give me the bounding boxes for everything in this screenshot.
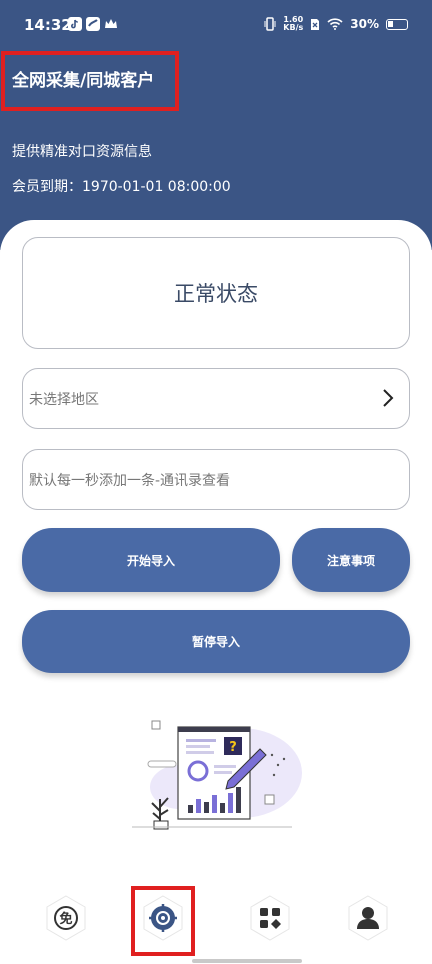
status-time: 14:32 xyxy=(24,16,72,34)
battery-icon xyxy=(386,18,408,30)
status-bar: 14:32 1.60 KB/s 30% xyxy=(0,0,432,50)
notification-icons xyxy=(68,17,118,31)
subtitle: 提供精准对口资源信息 xyxy=(12,144,152,160)
region-placeholder: 未选择地区 xyxy=(29,391,99,408)
status-card: 正常状态 xyxy=(22,237,410,349)
free-icon: 免 xyxy=(46,895,86,941)
speed-unit: KB/s xyxy=(283,23,304,32)
apps-icon xyxy=(250,895,290,941)
bottom-nav: 免 xyxy=(0,880,432,964)
membership-expiry: 会员到期：1970-01-01 08:00:00 xyxy=(12,176,231,196)
tiktok-icon xyxy=(68,17,82,31)
home-indicator[interactable] xyxy=(192,959,302,963)
notes-button[interactable]: 注意事项 xyxy=(292,528,410,592)
message-input[interactable]: 默认每一秒添加一条-通讯录查看 xyxy=(22,449,410,510)
nav-highlight-box xyxy=(131,886,195,956)
vibrate-icon xyxy=(264,17,276,31)
profile-icon xyxy=(348,895,388,941)
svg-text:?: ? xyxy=(229,740,237,755)
analytics-illustration: ? xyxy=(132,720,302,830)
wifi-icon xyxy=(327,18,343,30)
nav-item-apps[interactable] xyxy=(246,894,294,942)
expiry-value: 1970-01-01 08:00:00 xyxy=(82,179,231,195)
start-import-button[interactable]: 开始导入 xyxy=(22,528,280,592)
expiry-label: 会员到期： xyxy=(12,179,82,195)
header: 14:32 1.60 KB/s 30% 全网采集/同城客户 提供精准对口资源信息 … xyxy=(0,0,432,250)
region-select[interactable]: 未选择地区 xyxy=(22,368,410,429)
app-icon xyxy=(86,17,100,31)
battery-percent: 30% xyxy=(350,17,379,31)
free-glyph: 免 xyxy=(59,911,72,927)
message-placeholder: 默认每一秒添加一条-通讯录查看 xyxy=(29,472,231,489)
chevron-right-icon xyxy=(383,389,394,407)
network-speed: 1.60 KB/s xyxy=(283,16,303,32)
nav-item-profile[interactable] xyxy=(344,894,392,942)
pause-import-button[interactable]: 暂停导入 xyxy=(22,610,410,673)
nav-item-free[interactable]: 免 xyxy=(42,894,90,942)
crown-icon xyxy=(105,19,117,28)
title-highlight-box xyxy=(1,51,179,111)
sim-off-icon xyxy=(311,18,320,30)
